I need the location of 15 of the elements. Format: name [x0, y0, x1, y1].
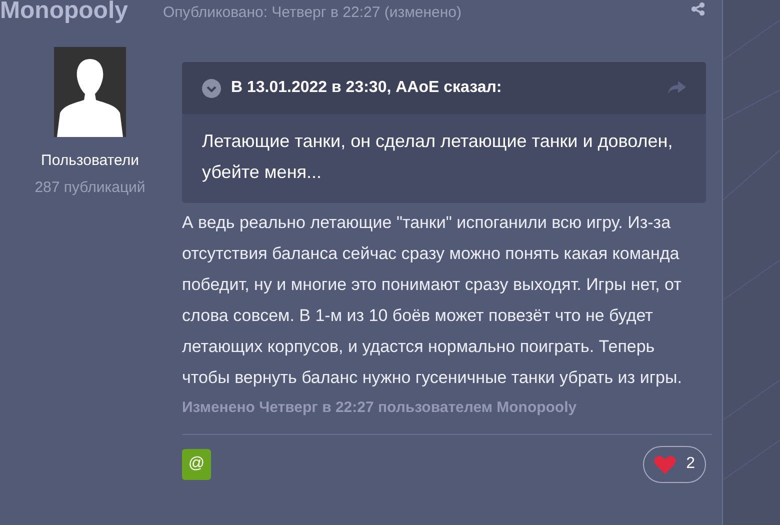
mention-button[interactable]: @ — [182, 448, 211, 480]
quote-header: В 13.01.2022 в 23:30, AAoE сказал: — [231, 78, 503, 98]
avatar-icon[interactable] — [54, 47, 126, 137]
post-count: 287 публикаций — [34, 178, 146, 198]
user-group: Пользователи — [41, 150, 139, 172]
edit-note: Изменено Четверг в 22:27 пользователем Monopooly — [182, 398, 578, 418]
quote-text: Летающие танки, он сделал летающие танки и доволен, убейте меня... — [201, 130, 674, 184]
post-date: Опубликовано: Четверг в 22:27 (изменено) — [163, 3, 462, 23]
collapse-icon[interactable] — [202, 78, 221, 98]
share-icon[interactable] — [690, 2, 706, 16]
heart-icon — [654, 454, 676, 474]
like-count: 2 — [686, 454, 695, 474]
post-text: А ведь реально летающие "танки" испоганили всю игру. Из-за отсутствия баланса сейчас сразу можно понять какая команда победит, ну и многие это понимают сразу выходят. Игры нет, от слова совсем. В 1-м из 10 боёв может повезёт что не будет летающих корпусов, и удастся нормально поиграть. Теперь чтобы вернуть баланс нужно гусеничные танки убрать из игры. — [182, 212, 683, 389]
like-button[interactable]: 2 — [643, 446, 706, 482]
author-name[interactable]: Monopooly — [0, 0, 163, 23]
